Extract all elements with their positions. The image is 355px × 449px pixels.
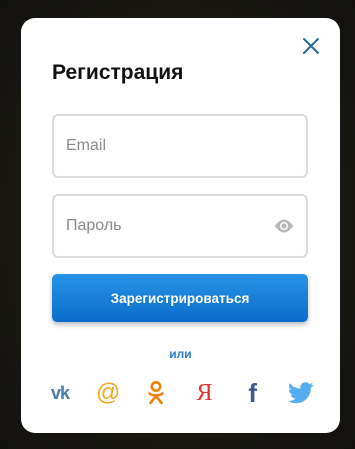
- yandex-icon[interactable]: Я: [190, 378, 220, 408]
- eye-icon[interactable]: [274, 218, 294, 234]
- registration-modal: Регистрация Зарегистрироваться или vk @: [21, 18, 340, 433]
- twitter-icon[interactable]: [286, 378, 316, 408]
- close-icon[interactable]: [301, 36, 321, 56]
- page-title: Регистрация: [52, 61, 184, 84]
- at-icon[interactable]: @: [93, 378, 123, 408]
- email-field[interactable]: [66, 116, 266, 176]
- odnoklassniki-icon[interactable]: [141, 378, 171, 408]
- register-button[interactable]: Зарегистрироваться: [52, 274, 308, 322]
- facebook-icon[interactable]: f: [238, 378, 268, 408]
- email-field-wrapper: [52, 114, 308, 178]
- vk-icon[interactable]: vk: [45, 378, 75, 408]
- password-field-wrapper: [52, 194, 308, 258]
- password-field[interactable]: [66, 196, 266, 256]
- social-login-row: vk @ Я f: [45, 378, 316, 408]
- divider-text: или: [169, 347, 192, 361]
